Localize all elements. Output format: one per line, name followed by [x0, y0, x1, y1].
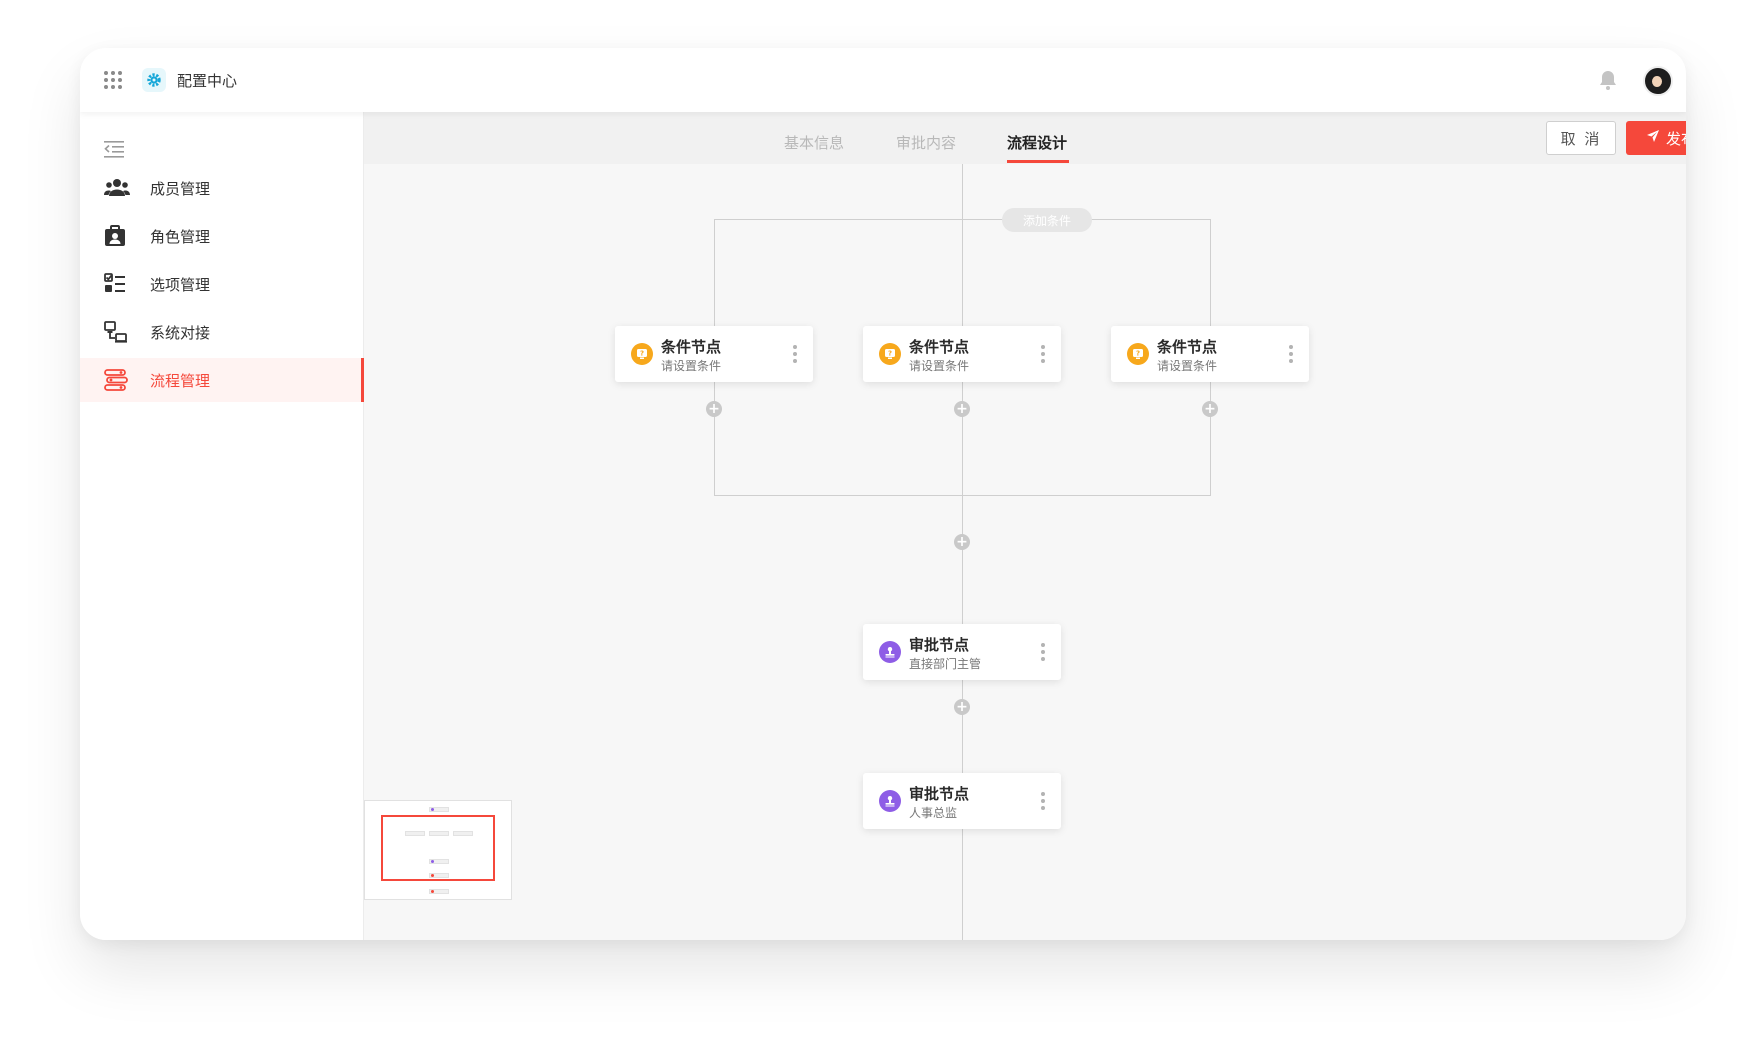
more-vertical-icon[interactable]: [1041, 643, 1045, 661]
minimap-node: [453, 831, 473, 836]
more-vertical-icon[interactable]: [1041, 792, 1045, 810]
node-title: 条件节点: [661, 338, 722, 356]
minimap-viewport[interactable]: [381, 815, 495, 881]
plus-circle-icon[interactable]: +: [706, 401, 722, 417]
sidebar-item-roles[interactable]: 角色管理: [80, 214, 363, 258]
app-title: 配置中心: [177, 72, 238, 90]
sidebar-item-system-integration[interactable]: 系统对接: [80, 310, 363, 354]
sidebar-item-options[interactable]: 选项管理: [80, 262, 363, 306]
publish-flow-label: 发布流程: [1665, 129, 1686, 148]
branch-bottom-line: [714, 495, 1211, 496]
top-bar: 配置中心: [80, 48, 1686, 112]
checklist-icon: [104, 273, 128, 295]
publish-flow-button[interactable]: 发布流程: [1626, 121, 1686, 155]
node-title: 条件节点: [909, 338, 970, 356]
cancel-button[interactable]: 取 消: [1546, 121, 1616, 155]
plus-circle-icon[interactable]: +: [1202, 401, 1218, 417]
tab-basic-info[interactable]: 基本信息: [784, 132, 844, 153]
flow-icon: [104, 369, 128, 391]
sidebar-item-label: 角色管理: [150, 228, 211, 246]
main-content: 基本信息 审批内容 流程设计 取 消 发布流程 添加条件: [364, 112, 1686, 940]
node-title: 条件节点: [1157, 338, 1218, 356]
minimap-node-dot: [431, 890, 434, 893]
send-icon: [1646, 129, 1660, 147]
sidebar: 成员管理 角色管理 选项管理 系统对接 流程管理: [80, 112, 364, 940]
stamp-icon: [879, 790, 901, 812]
sidebar-item-flow[interactable]: 流程管理: [80, 358, 364, 402]
branch-top-line: [714, 219, 1211, 220]
sidebar-item-label: 系统对接: [150, 324, 211, 342]
condition-icon: ?: [631, 343, 653, 365]
add-condition-button[interactable]: 添加条件: [1002, 208, 1092, 232]
condition-node[interactable]: ? 条件节点 请设置条件: [615, 326, 813, 382]
menu-collapse-icon[interactable]: [104, 140, 124, 162]
condition-icon: ?: [1127, 343, 1149, 365]
members-icon: [104, 177, 130, 199]
stamp-icon: [879, 641, 901, 663]
sidebar-item-label: 选项管理: [150, 276, 211, 294]
role-badge-icon: [104, 225, 128, 247]
active-tab-indicator: [1007, 160, 1069, 163]
node-subtitle: 人事总监: [909, 806, 958, 820]
approval-node[interactable]: 审批节点 人事总监: [863, 773, 1061, 829]
plus-circle-icon[interactable]: +: [954, 534, 970, 550]
node-subtitle: 请设置条件: [909, 359, 970, 373]
gear-icon: [142, 68, 166, 92]
tab-flow-design[interactable]: 流程设计: [1007, 132, 1067, 153]
minimap-node-dot: [431, 808, 434, 811]
sidebar-item-label: 成员管理: [150, 180, 211, 198]
system-link-icon: [104, 321, 128, 343]
svg-text:?: ?: [888, 350, 892, 358]
apps-grid-icon[interactable]: [104, 71, 122, 89]
plus-circle-icon[interactable]: +: [954, 699, 970, 715]
svg-text:?: ?: [640, 350, 644, 358]
node-subtitle: 直接部门主管: [909, 657, 982, 671]
tab-approval-content[interactable]: 审批内容: [896, 132, 956, 153]
minimap-node: [405, 831, 425, 836]
app-window: 配置中心 成员管理 角色管理 选项管理 系统对接 流程管理 基本信息 审批内容 …: [80, 48, 1686, 940]
sidebar-item-label: 流程管理: [150, 372, 211, 390]
condition-node[interactable]: ? 条件节点 请设置条件: [863, 326, 1061, 382]
user-avatar[interactable]: [1643, 66, 1673, 96]
node-subtitle: 请设置条件: [1157, 359, 1218, 373]
condition-icon: ?: [879, 343, 901, 365]
minimap-node-dot: [431, 874, 434, 877]
bell-icon[interactable]: [1596, 68, 1620, 92]
minimap-node-dot: [431, 860, 434, 863]
more-vertical-icon[interactable]: [793, 345, 797, 363]
minimap[interactable]: [364, 800, 512, 900]
node-title: 审批节点: [909, 785, 970, 803]
more-vertical-icon[interactable]: [1289, 345, 1293, 363]
more-vertical-icon[interactable]: [1041, 345, 1045, 363]
approval-node[interactable]: 审批节点 直接部门主管: [863, 624, 1061, 680]
node-subtitle: 请设置条件: [661, 359, 722, 373]
flow-canvas[interactable]: 添加条件 ? 条件节点 请设置条件 ? 条件节点 请设置条件 ? 条件节点 请设…: [364, 164, 1686, 940]
svg-text:?: ?: [1136, 350, 1140, 358]
minimap-node: [429, 831, 449, 836]
sidebar-item-members[interactable]: 成员管理: [80, 166, 363, 210]
tab-bar: 基本信息 审批内容 流程设计 取 消 发布流程: [364, 112, 1686, 164]
node-title: 审批节点: [909, 636, 970, 654]
plus-circle-icon[interactable]: +: [954, 401, 970, 417]
condition-node[interactable]: ? 条件节点 请设置条件: [1111, 326, 1309, 382]
